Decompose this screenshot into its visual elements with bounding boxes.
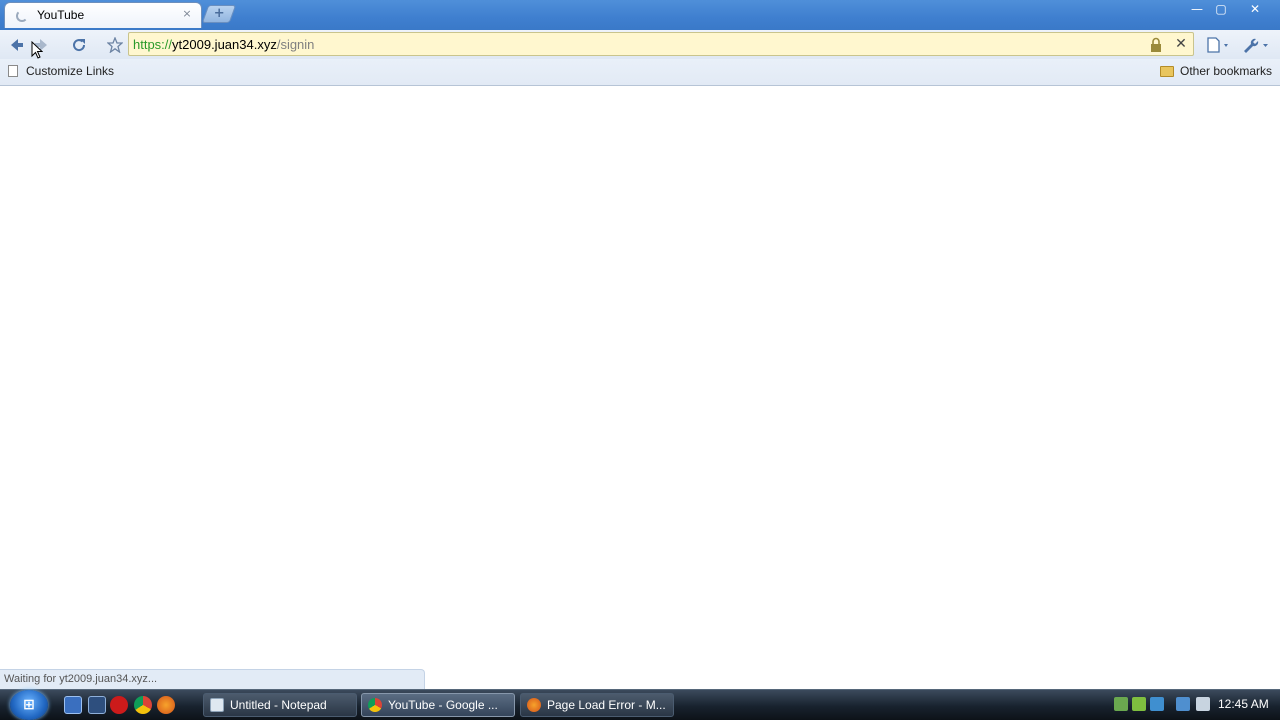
plus-icon: + (213, 6, 225, 21)
monitor-icon[interactable] (1176, 697, 1190, 711)
taskbar-item-notepad[interactable]: Untitled - Notepad (203, 693, 357, 717)
reload-button[interactable] (68, 34, 90, 56)
bookmark-label: Customize Links (26, 64, 115, 78)
url-scheme: https:// (133, 37, 173, 52)
folder-icon (1160, 66, 1174, 77)
firefox-icon (527, 698, 541, 712)
lock-icon[interactable] (1149, 37, 1163, 53)
tab-title: YouTube (37, 8, 85, 22)
wrench-menu-button[interactable] (1240, 35, 1272, 55)
bookmark-star-button[interactable] (104, 34, 126, 56)
switch-windows-icon[interactable] (88, 696, 106, 714)
url-text: https://yt2009.juan34.xyz/signin (133, 37, 314, 52)
page-content (0, 86, 1280, 689)
taskbar-item-chrome[interactable]: YouTube - Google ... (361, 693, 515, 717)
tab-close-button[interactable]: × (180, 7, 194, 21)
url-path: /signin (276, 37, 315, 52)
clock[interactable]: 12:45 AM (1218, 697, 1269, 711)
start-button[interactable]: ⊞ (10, 690, 48, 720)
update-icon[interactable] (1150, 697, 1164, 711)
star-icon (106, 36, 124, 54)
new-tab-button[interactable]: + (201, 5, 237, 23)
bookmarks-bar: Customize Links Other bookmarks (0, 59, 1280, 86)
taskbar-item-label: YouTube - Google ... (388, 698, 498, 712)
chrome-icon[interactable] (134, 696, 152, 714)
windows-logo-icon: ⊞ (23, 697, 35, 713)
show-desktop-icon[interactable] (64, 696, 82, 714)
network-icon[interactable] (1114, 697, 1128, 711)
taskbar-item-firefox[interactable]: Page Load Error - M... (520, 693, 674, 717)
tab-youtube[interactable]: YouTube × (4, 2, 202, 28)
stop-loading-button[interactable]: ✕ (1170, 33, 1192, 55)
minimize-button[interactable]: — (1184, 0, 1210, 20)
security-shield-icon[interactable] (1132, 697, 1146, 711)
wrench-icon (1244, 38, 1268, 53)
status-bubble: Waiting for yt2009.juan34.xyz... (0, 669, 425, 689)
maximize-button[interactable]: ▢ (1208, 0, 1234, 20)
back-button[interactable] (6, 34, 28, 56)
close-window-button[interactable]: ✕ (1242, 0, 1268, 20)
volume-icon[interactable] (1196, 697, 1210, 711)
page-menu-button[interactable] (1204, 35, 1234, 55)
chrome-icon (368, 698, 382, 712)
loading-throbber-icon (16, 10, 28, 22)
reload-icon (73, 39, 86, 52)
url-host: yt2009.juan34.xyz (172, 37, 277, 52)
arrow-left-icon (11, 39, 23, 51)
taskbar-item-label: Page Load Error - M... (547, 698, 666, 712)
title-bar: YouTube × + — ▢ ✕ (0, 0, 1280, 30)
system-tray: 12:45 AM (1108, 693, 1280, 717)
opera-icon[interactable] (110, 696, 128, 714)
other-bookmarks-label: Other bookmarks (1180, 64, 1273, 78)
taskbar-item-label: Untitled - Notepad (230, 698, 327, 712)
notepad-icon (210, 698, 224, 712)
firefox-icon[interactable] (157, 696, 175, 714)
page-icon (8, 65, 18, 77)
other-bookmarks-button[interactable]: Other bookmarks (1160, 64, 1272, 78)
mouse-cursor-icon (31, 41, 43, 59)
page-icon (1207, 37, 1228, 53)
bookmark-customize-links[interactable]: Customize Links (8, 64, 114, 78)
address-bar[interactable]: https://yt2009.juan34.xyz/signin (128, 32, 1194, 56)
